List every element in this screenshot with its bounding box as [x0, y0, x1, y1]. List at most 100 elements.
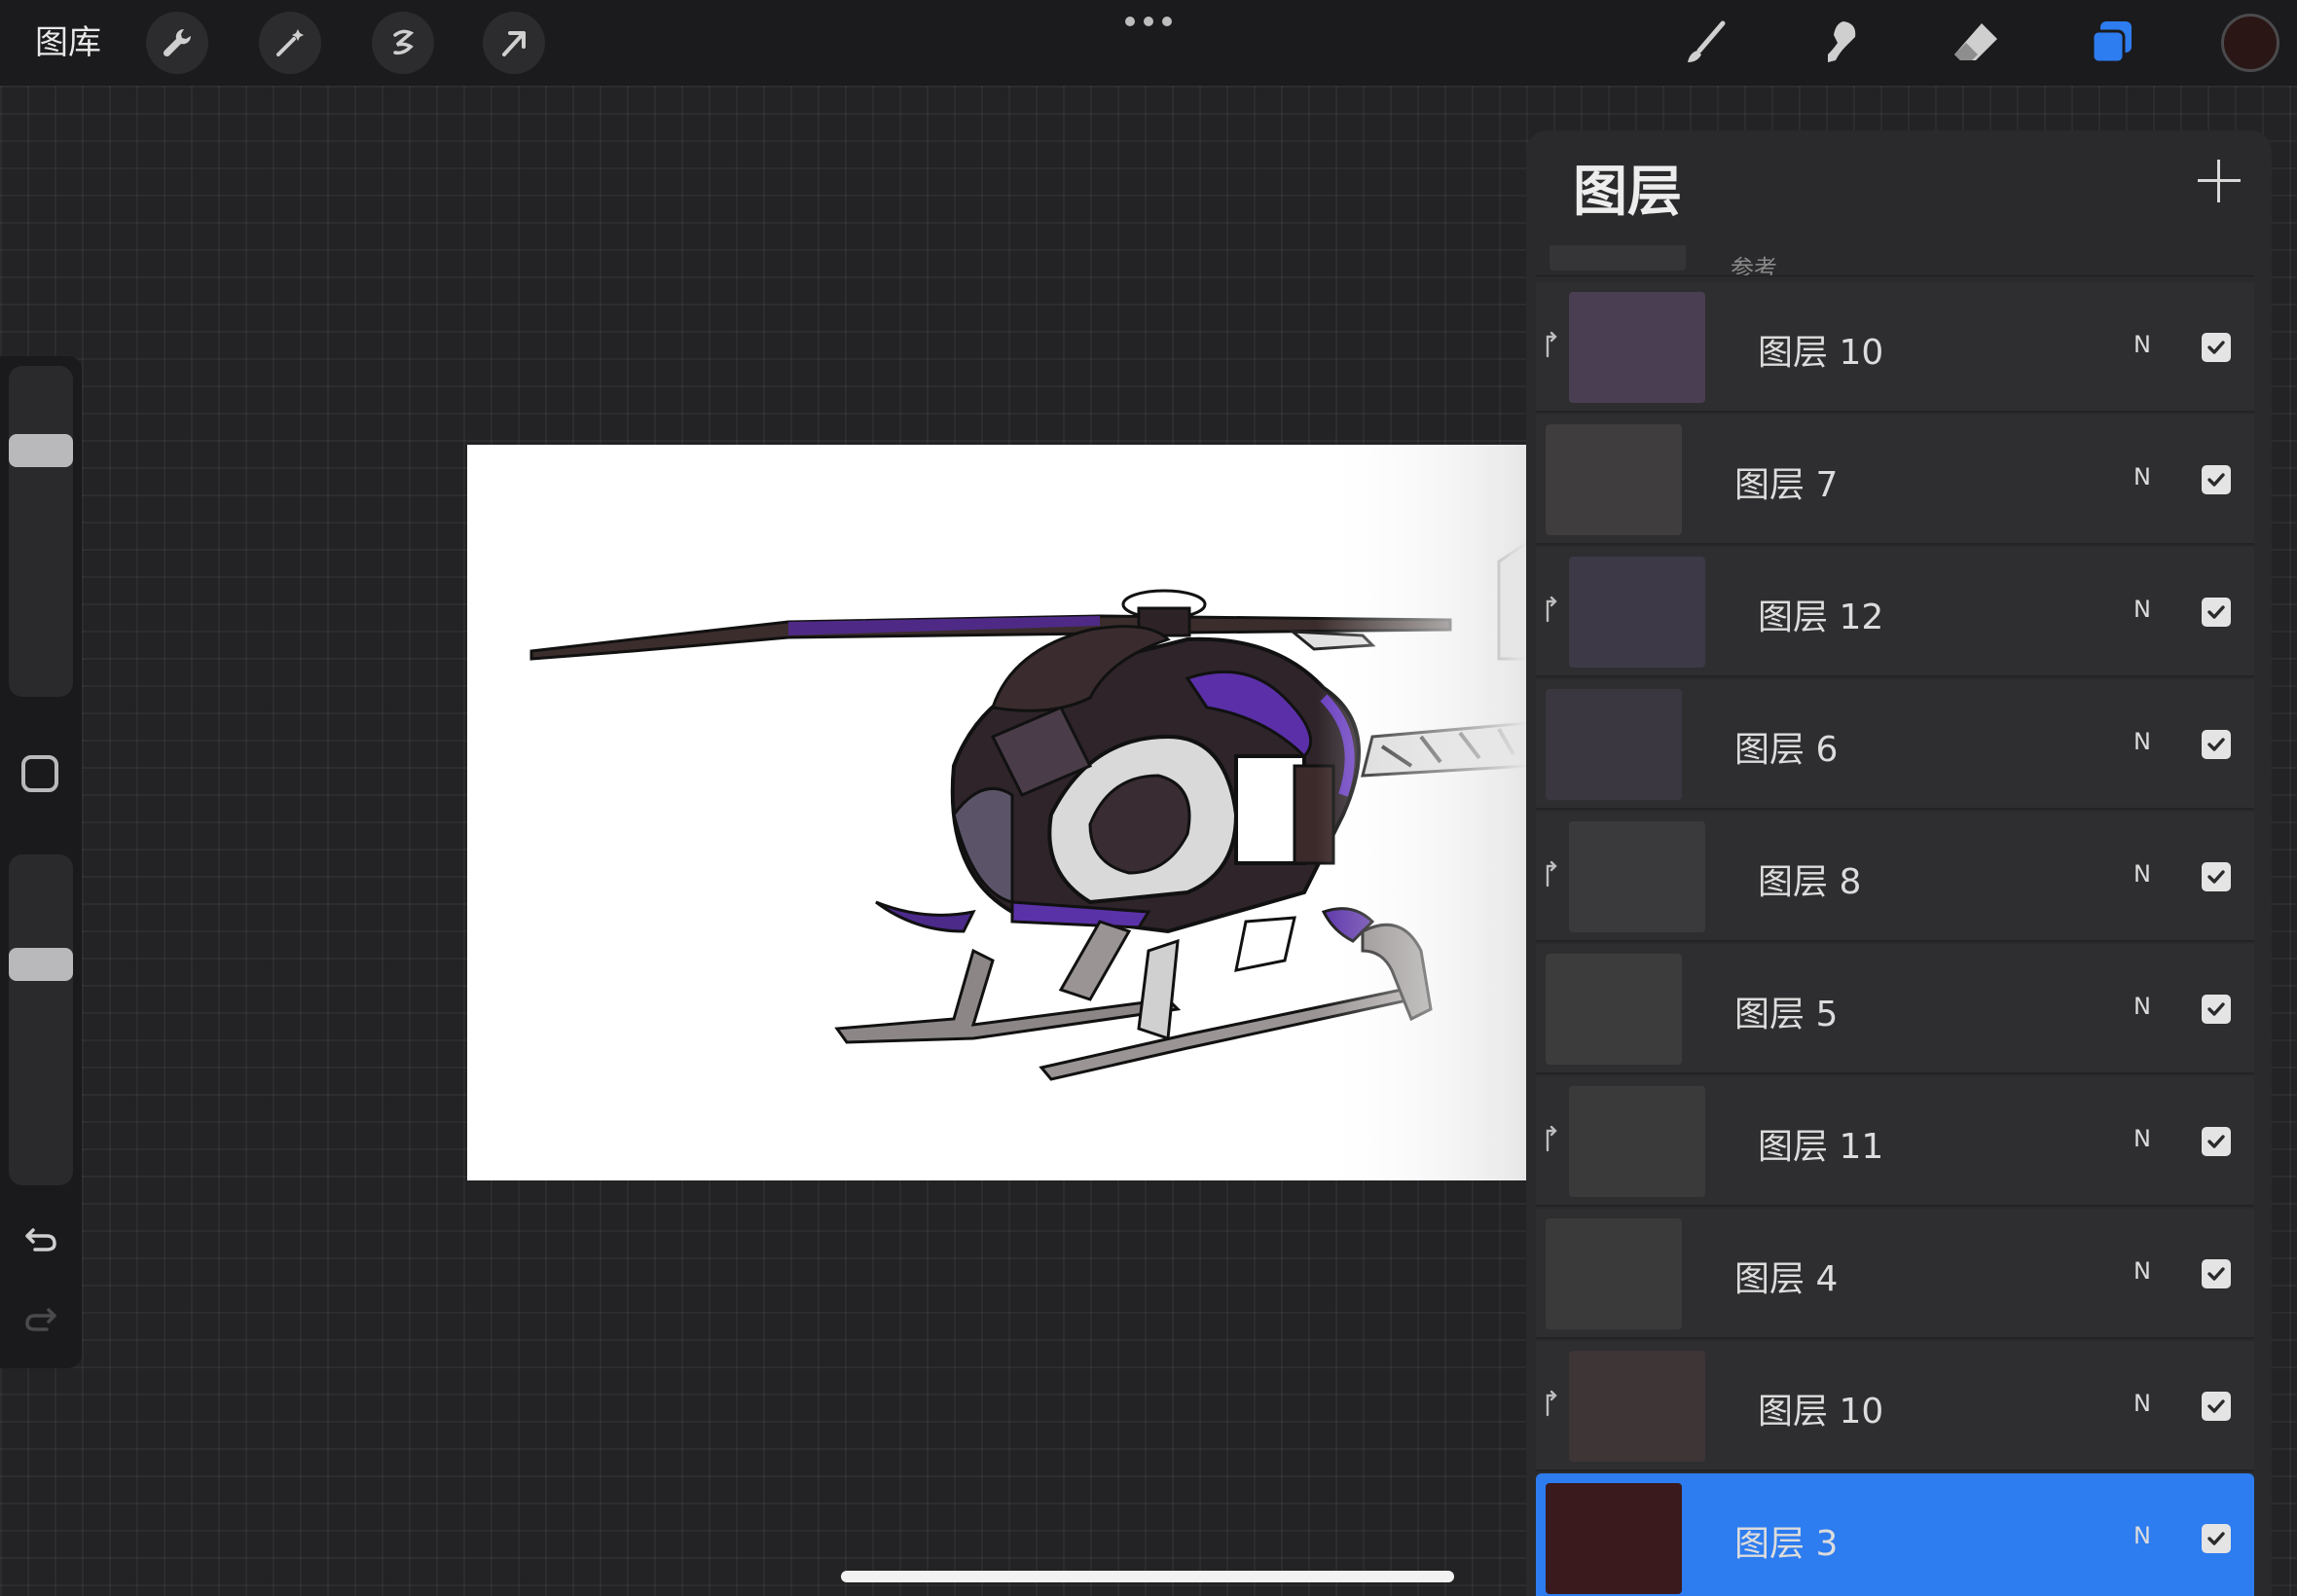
magic-wand-icon [276, 29, 304, 56]
layer-partial-label: 参考 [1731, 255, 1777, 276]
layer-thumbnail[interactable] [1546, 424, 1682, 535]
smudge-tool-button[interactable] [1812, 14, 1871, 72]
layer-row[interactable]: 图层 5 N [1536, 944, 2254, 1074]
blend-mode-button[interactable]: N [2133, 860, 2151, 888]
layer-row[interactable]: 图层 10 N [1536, 282, 2254, 413]
redo-icon [25, 1308, 56, 1331]
layer-thumbnail[interactable] [1569, 292, 1705, 403]
blend-mode-button[interactable]: N [2133, 993, 2151, 1020]
layer-row[interactable]: 图层 3 N [1536, 1473, 2254, 1596]
layer-thumbnail[interactable] [1546, 689, 1682, 800]
layer-thumbnail[interactable] [1546, 954, 1682, 1065]
visibility-checkbox[interactable] [2202, 1259, 2231, 1288]
more-options-icon[interactable] [1125, 14, 1172, 29]
layer-thumbnail[interactable] [1569, 1086, 1705, 1197]
opacity-slider[interactable] [9, 854, 73, 1185]
checkmark-icon [2207, 1399, 2225, 1413]
opacity-thumb[interactable] [9, 948, 73, 981]
actions-button[interactable] [146, 12, 208, 74]
gallery-button[interactable]: 图库 [35, 19, 101, 66]
modify-button[interactable] [21, 755, 58, 792]
checkmark-icon [2207, 341, 2225, 354]
clipping-mask-icon [1546, 596, 1557, 623]
layer-name: 图层 4 [1734, 1259, 1839, 1299]
visibility-checkbox[interactable] [2202, 730, 2231, 759]
layer-row[interactable]: 图层 4 N [1536, 1209, 2254, 1339]
visibility-checkbox[interactable] [2202, 465, 2231, 494]
layer-row[interactable]: 图层 10 N [1536, 1341, 2254, 1471]
left-sidebar [0, 356, 82, 1368]
blend-mode-button[interactable]: N [2133, 463, 2151, 490]
color-picker-button[interactable] [2221, 14, 2279, 72]
layers-icon [2091, 21, 2132, 64]
visibility-checkbox[interactable] [2202, 1524, 2231, 1553]
redo-button[interactable] [19, 1296, 62, 1339]
layer-thumbnail[interactable] [1569, 1351, 1705, 1462]
layer-name: 图层 5 [1734, 995, 1839, 1034]
add-layer-button[interactable] [2194, 156, 2244, 206]
clipping-mask-icon [1546, 860, 1557, 888]
layer-row[interactable]: 图层 7 N [1536, 415, 2254, 545]
blend-mode-button[interactable]: N [2133, 1125, 2151, 1152]
clipping-mask-icon [1546, 331, 1557, 358]
layer-name: 图层 10 [1758, 333, 1884, 373]
layers-panel: 图层 参考 图层 10 N 图层 7 N 图层 12 N 图层 6 N 图层 8 N 图层 5 N 图层… [1526, 130, 2272, 1596]
undo-button[interactable] [19, 1216, 62, 1259]
checkmark-icon [2207, 738, 2225, 751]
brush-tool-button[interactable] [1676, 14, 1734, 72]
visibility-checkbox[interactable] [2202, 598, 2231, 627]
layer-row[interactable]: 图层 8 N [1536, 812, 2254, 942]
visibility-checkbox[interactable] [2202, 995, 2231, 1024]
checkmark-icon [2207, 1532, 2225, 1545]
adjustments-button[interactable] [259, 12, 321, 74]
selection-button[interactable] [372, 12, 434, 74]
layer-thumbnail[interactable] [1569, 557, 1705, 668]
layer-name: 图层 10 [1758, 1392, 1884, 1432]
visibility-checkbox[interactable] [2202, 1392, 2231, 1421]
smudge-icon [1828, 21, 1856, 62]
layer-thumbnail[interactable] [1546, 1483, 1682, 1594]
layer-name: 图层 12 [1758, 598, 1884, 637]
layer-name: 图层 6 [1734, 730, 1839, 770]
eraser-icon [1954, 23, 1997, 60]
clipping-mask-icon [1546, 1390, 1557, 1417]
wrench-icon [163, 28, 192, 57]
selection-icon [393, 29, 415, 55]
layer-row[interactable]: 图层 6 N [1536, 679, 2254, 810]
brush-size-slider[interactable] [9, 366, 73, 697]
layer-name: 图层 3 [1734, 1524, 1839, 1564]
layer-thumbnail[interactable] [1546, 1218, 1682, 1329]
drawing-canvas[interactable] [467, 445, 1528, 1180]
undo-icon [25, 1228, 56, 1251]
blend-mode-button[interactable]: N [2133, 1522, 2151, 1549]
checkmark-icon [2207, 1135, 2225, 1148]
checkmark-icon [2207, 605, 2225, 619]
blend-mode-button[interactable]: N [2133, 331, 2151, 358]
blend-mode-button[interactable]: N [2133, 1257, 2151, 1285]
layer-row[interactable]: 图层 12 N [1536, 547, 2254, 677]
checkmark-icon [2207, 870, 2225, 884]
checkmark-icon [2207, 473, 2225, 487]
layer-name: 图层 11 [1758, 1127, 1884, 1167]
helicopter-artwork [467, 445, 1528, 1180]
visibility-checkbox[interactable] [2202, 1127, 2231, 1156]
eraser-tool-button[interactable] [1947, 14, 2005, 72]
layer-thumbnail[interactable] [1569, 821, 1705, 932]
blend-mode-button[interactable]: N [2133, 728, 2151, 755]
checkmark-icon [2207, 1002, 2225, 1016]
visibility-checkbox[interactable] [2202, 333, 2231, 362]
layer-thumbnail [1550, 245, 1686, 271]
blend-mode-button[interactable]: N [2133, 596, 2151, 623]
home-indicator[interactable] [841, 1571, 1454, 1582]
checkmark-icon [2207, 1267, 2225, 1281]
layers-tool-button[interactable] [2083, 14, 2141, 72]
layer-row[interactable]: 图层 11 N [1536, 1076, 2254, 1207]
layer-name: 图层 8 [1758, 862, 1862, 902]
blend-mode-button[interactable]: N [2133, 1390, 2151, 1417]
layers-panel-title: 图层 [1573, 161, 1682, 224]
transform-button[interactable] [483, 12, 545, 74]
layer-name: 图层 7 [1734, 465, 1839, 505]
visibility-checkbox[interactable] [2202, 862, 2231, 891]
brush-size-thumb[interactable] [9, 434, 73, 467]
layer-row-partial[interactable]: 参考 [1536, 245, 2254, 276]
